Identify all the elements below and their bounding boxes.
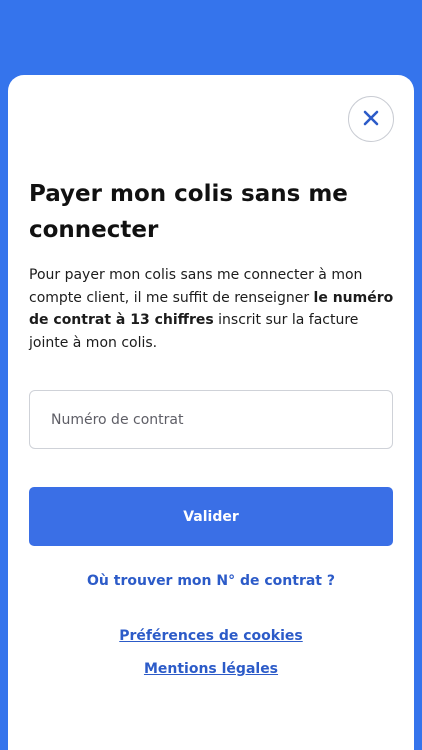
- legal-notice-link[interactable]: Mentions légales: [8, 661, 414, 677]
- description-text: Pour payer mon colis sans me connecter à…: [29, 264, 399, 354]
- cookies-preferences-link[interactable]: Préférences de cookies: [8, 628, 414, 644]
- validate-button[interactable]: Valider: [29, 487, 393, 546]
- find-contract-link[interactable]: Où trouver mon N° de contrat ?: [8, 573, 414, 589]
- modal-sheet: Payer mon colis sans me connecter Pour p…: [8, 75, 414, 750]
- close-icon: [363, 110, 379, 129]
- description-part1: Pour payer mon colis sans me connecter à…: [29, 267, 363, 306]
- page-title: Payer mon colis sans me connecter: [29, 181, 348, 243]
- contract-number-input[interactable]: [29, 390, 393, 449]
- close-button[interactable]: [348, 96, 394, 142]
